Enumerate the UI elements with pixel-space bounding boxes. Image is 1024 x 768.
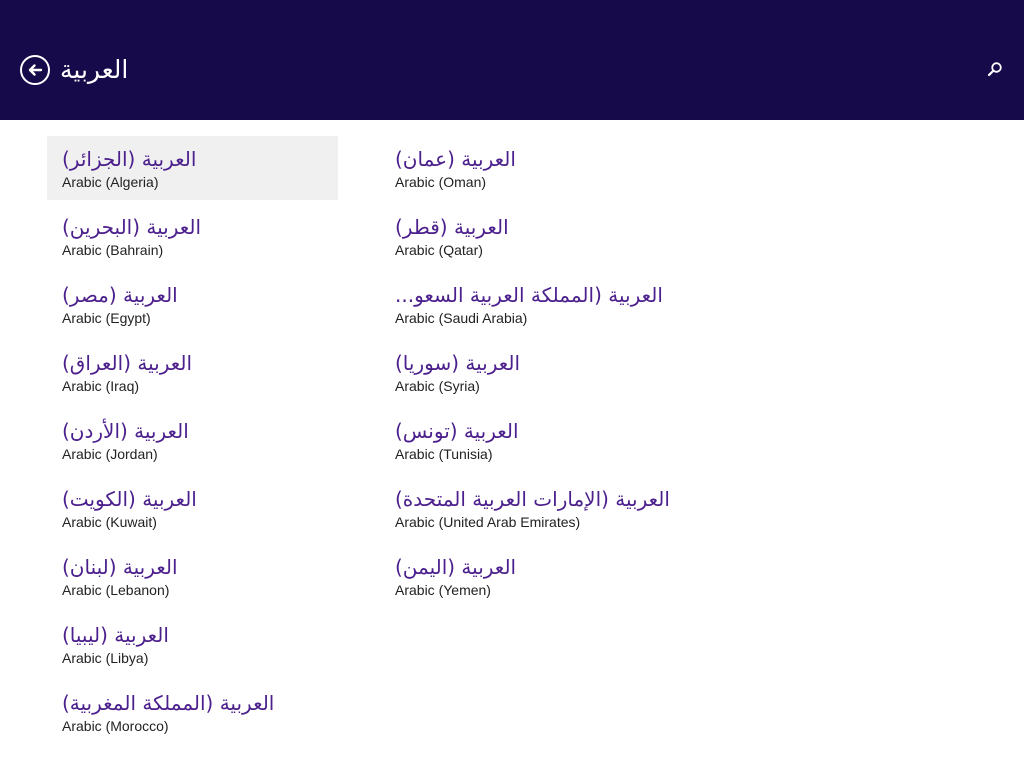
list-item[interactable]: العربية (الأردن) Arabic (Jordan) — [47, 408, 338, 472]
language-english-name: Arabic (Kuwait) — [62, 514, 157, 530]
language-native-name: العربية (الجزائر) — [62, 147, 197, 171]
language-native-name: العربية (الكويت) — [62, 487, 197, 511]
search-icon — [987, 62, 1002, 77]
language-english-name: Arabic (Libya) — [62, 650, 149, 666]
language-native-name: العربية (قطر) — [395, 215, 509, 239]
language-native-name: العربية (العراق) — [62, 351, 193, 375]
back-arrow-circle-icon — [28, 64, 43, 76]
language-english-name: Arabic (Saudi Arabia) — [395, 310, 528, 326]
list-item[interactable]: العربية (تونس) Arabic (Tunisia) — [380, 408, 710, 472]
language-native-name: العربية (اليمن) — [395, 555, 517, 579]
list-item[interactable]: العربية (الكويت) Arabic (Kuwait) — [47, 476, 338, 540]
language-english-name: Arabic (Algeria) — [62, 174, 159, 190]
list-item[interactable]: العربية (الجزائر) Arabic (Algeria) — [47, 136, 338, 200]
list-item[interactable]: العربية (عمان) Arabic (Oman) — [380, 136, 710, 200]
language-native-name: العربية (المملكة العربية السعو... — [395, 283, 663, 307]
list-item[interactable]: العربية (قطر) Arabic (Qatar) — [380, 204, 710, 268]
page-title: العربية — [60, 55, 129, 84]
language-native-name: العربية (تونس) — [395, 419, 519, 443]
list-item[interactable]: العربية (الإمارات العربية المتحدة) Arabi… — [380, 476, 710, 540]
list-item[interactable]: العربية (العراق) Arabic (Iraq) — [47, 340, 338, 404]
list-item[interactable]: العربية (لبنان) Arabic (Lebanon) — [47, 544, 338, 608]
list-item[interactable]: العربية (المملكة المغربية) Arabic (Moroc… — [47, 680, 338, 744]
language-english-name: Arabic (Oman) — [395, 174, 487, 190]
language-english-name: Arabic (Lebanon) — [62, 582, 170, 598]
language-native-name: العربية (ليبيا) — [62, 623, 169, 647]
language-english-name: Arabic (Tunisia) — [395, 446, 493, 462]
language-native-name: العربية (مصر) — [62, 283, 178, 307]
language-english-name: Arabic (Jordan) — [62, 446, 158, 462]
list-item[interactable]: العربية (البحرين) Arabic (Bahrain) — [47, 204, 338, 268]
language-native-name: العربية (الإمارات العربية المتحدة) — [395, 487, 670, 511]
language-english-name: Arabic (Syria) — [395, 378, 480, 394]
list-item[interactable]: العربية (سوريا) Arabic (Syria) — [380, 340, 710, 404]
search-button[interactable] — [984, 59, 1006, 81]
language-native-name: العربية (عمان) — [395, 147, 516, 171]
back-button[interactable] — [20, 55, 50, 85]
language-native-name: العربية (سوريا) — [395, 351, 521, 375]
list-item[interactable]: العربية (مصر) Arabic (Egypt) — [47, 272, 338, 336]
language-english-name: Arabic (Egypt) — [62, 310, 151, 326]
language-native-name: العربية (البحرين) — [62, 215, 202, 239]
language-native-name: العربية (الأردن) — [62, 419, 189, 443]
list-item[interactable]: العربية (اليمن) Arabic (Yemen) — [380, 544, 710, 608]
list-item[interactable]: العربية (المملكة العربية السعو... Arabic… — [380, 272, 710, 336]
language-english-name: Arabic (United Arab Emirates) — [395, 514, 581, 530]
list-item[interactable]: العربية (ليبيا) Arabic (Libya) — [47, 612, 338, 676]
language-english-name: Arabic (Qatar) — [395, 242, 483, 258]
language-english-name: Arabic (Iraq) — [62, 378, 140, 394]
language-english-name: Arabic (Bahrain) — [62, 242, 164, 258]
language-english-name: Arabic (Yemen) — [395, 582, 491, 598]
app-header: العربية — [0, 0, 1024, 120]
language-native-name: العربية (لبنان) — [62, 555, 178, 579]
language-english-name: Arabic (Morocco) — [62, 718, 169, 734]
language-native-name: العربية (المملكة المغربية) — [62, 691, 275, 715]
